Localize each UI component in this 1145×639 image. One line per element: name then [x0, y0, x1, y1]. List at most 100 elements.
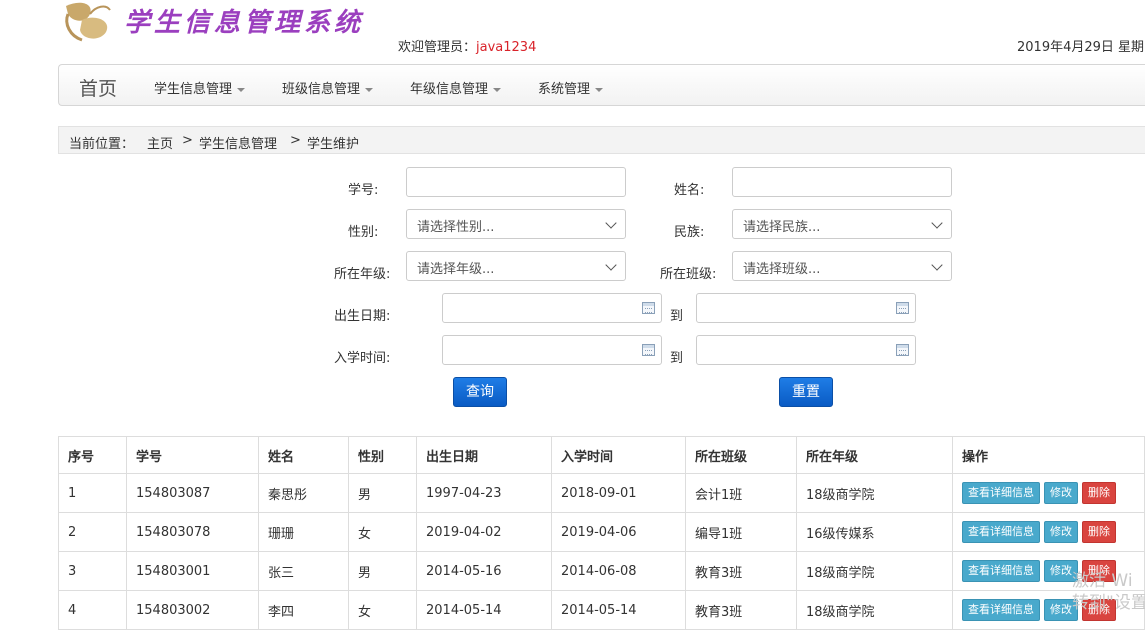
edit-button[interactable]: 修改: [1044, 482, 1078, 504]
caret-down-icon: [595, 87, 604, 92]
calendar-icon[interactable]: [642, 302, 655, 314]
cell-birth-date: 2014-05-16: [416, 551, 552, 591]
table-header-row: 序号 学号 姓名 性别 出生日期 入学时间 所在班级 所在年级 操作: [58, 436, 1145, 474]
welcome-label: 欢迎管理员：: [398, 40, 477, 55]
cell-student-id: 154803002: [126, 590, 259, 630]
nav-student-management[interactable]: 学生信息管理: [154, 78, 246, 97]
ethnicity-label: 民族:: [674, 225, 705, 240]
ethnicity-select-value: 请选择民族...: [743, 220, 821, 235]
enroll-date-end-input[interactable]: [696, 335, 916, 365]
cell-birth-date: 2019-04-02: [416, 512, 552, 552]
table-row: 3 154803001 张三 男 2014-05-16 2014-06-08 教…: [58, 551, 1145, 591]
delete-button[interactable]: 删除: [1082, 482, 1116, 504]
cell-grade: 18级商学院: [796, 551, 953, 591]
grade-select-value: 请选择年级...: [417, 262, 495, 277]
student-id-label: 学号:: [348, 183, 379, 198]
breadcrumb-item-home[interactable]: 主页: [147, 133, 173, 152]
breadcrumb-separator: >: [182, 133, 193, 148]
cell-student-id: 154803078: [126, 512, 259, 552]
birth-date-end-input[interactable]: [696, 293, 916, 323]
cell-grade: 18级商学院: [796, 590, 953, 630]
view-detail-button[interactable]: 查看详细信息: [962, 560, 1040, 582]
cell-gender: 女: [348, 590, 417, 630]
cell-enroll-date: 2018-09-01: [551, 473, 686, 513]
birth-date-label: 出生日期:: [334, 309, 391, 324]
nav-grade-management[interactable]: 年级信息管理: [410, 78, 502, 97]
calendar-icon[interactable]: [896, 302, 909, 314]
grade-select[interactable]: 请选择年级...: [406, 251, 626, 281]
app-title: 学生信息管理系统: [124, 8, 365, 38]
reset-button[interactable]: 重置: [779, 377, 833, 407]
cell-index: 2: [58, 512, 127, 552]
student-table: 序号 学号 姓名 性别 出生日期 入学时间 所在班级 所在年级 操作 1 154…: [58, 436, 1145, 630]
gender-label: 性别:: [348, 225, 379, 240]
query-button[interactable]: 查询: [453, 377, 507, 407]
breadcrumb-item-student-maintenance: 学生维护: [307, 137, 360, 152]
cell-gender: 女: [348, 512, 417, 552]
cell-grade: 16级传媒系: [796, 512, 953, 552]
cell-gender: 男: [348, 473, 417, 513]
breadcrumb-item-student-management[interactable]: 学生信息管理: [199, 133, 277, 152]
cell-class: 会计1班: [685, 473, 797, 513]
column-header: 所在年级: [796, 436, 953, 474]
cell-name: 秦思彤: [258, 473, 349, 513]
enroll-date-to-label: 到: [670, 351, 684, 366]
column-header: 所在班级: [685, 436, 797, 474]
name-label: 姓名:: [674, 183, 705, 198]
nav-home-link[interactable]: 首页: [79, 74, 117, 101]
windows-activation-watermark: 激活 Wi 转到"设置": [1072, 570, 1145, 614]
ethnicity-select[interactable]: 请选择民族...: [732, 209, 952, 239]
enroll-date-label: 入学时间:: [334, 351, 391, 366]
app-logo: 学生信息管理系统: [60, 0, 360, 48]
watermark-line: 激活 Wi: [1072, 571, 1133, 591]
delete-button[interactable]: 删除: [1082, 521, 1116, 543]
watermark-line: 转到"设置": [1072, 593, 1145, 613]
column-header: 出生日期: [416, 436, 552, 474]
column-header: 序号: [58, 436, 127, 474]
gender-select[interactable]: 请选择性别...: [406, 209, 626, 239]
cell-class: 编导1班: [685, 512, 797, 552]
nav-system-management[interactable]: 系统管理: [538, 78, 604, 97]
cell-name: 张三: [258, 551, 349, 591]
cell-index: 1: [58, 473, 127, 513]
view-detail-button[interactable]: 查看详细信息: [962, 482, 1040, 504]
cell-student-id: 154803087: [126, 473, 259, 513]
calendar-icon[interactable]: [896, 344, 909, 356]
nav-class-management[interactable]: 班级信息管理: [282, 78, 374, 97]
chevron-down-icon: [605, 259, 617, 271]
class-select-value: 请选择班级...: [743, 262, 821, 277]
view-detail-button[interactable]: 查看详细信息: [962, 599, 1040, 621]
cell-gender: 男: [348, 551, 417, 591]
table-row: 1 154803087 秦思彤 男 1997-04-23 2018-09-01 …: [58, 473, 1145, 513]
caret-down-icon: [493, 87, 502, 92]
calendar-icon[interactable]: [642, 344, 655, 356]
cell-name: 李四: [258, 590, 349, 630]
birth-date-start-input[interactable]: [442, 293, 662, 323]
nav-item-label: 系统管理: [538, 82, 591, 97]
student-id-input[interactable]: [406, 167, 626, 197]
breadcrumb-separator: >: [290, 133, 301, 148]
column-header: 性别: [348, 436, 417, 474]
column-header: 姓名: [258, 436, 349, 474]
cell-enroll-date: 2019-04-06: [551, 512, 686, 552]
cell-actions: 查看详细信息 修改 删除: [952, 473, 1145, 513]
view-detail-button[interactable]: 查看详细信息: [962, 521, 1040, 543]
gender-select-value: 请选择性别...: [417, 220, 495, 235]
nav-item-label: 班级信息管理: [282, 82, 361, 97]
cell-grade: 18级商学院: [796, 473, 953, 513]
name-input[interactable]: [732, 167, 952, 197]
welcome-message: 欢迎管理员：java1234: [398, 36, 536, 55]
class-select[interactable]: 请选择班级...: [732, 251, 952, 281]
current-username: java1234: [476, 40, 537, 55]
nav-item-label: 学生信息管理: [154, 82, 233, 97]
main-navbar: 首页 学生信息管理 班级信息管理 年级信息管理 系统管理: [58, 64, 1145, 106]
edit-button[interactable]: 修改: [1044, 521, 1078, 543]
table-row: 4 154803002 李四 女 2014-05-14 2014-05-14 教…: [58, 590, 1145, 630]
cell-student-id: 154803001: [126, 551, 259, 591]
current-date: 2019年4月29日 星期: [1017, 40, 1145, 55]
column-header: 入学时间: [551, 436, 686, 474]
enroll-date-start-input[interactable]: [442, 335, 662, 365]
chevron-down-icon: [605, 217, 617, 229]
column-header: 学号: [126, 436, 259, 474]
breadcrumb: 当前位置： 主页 > 学生信息管理 > 学生维护: [58, 126, 1145, 154]
